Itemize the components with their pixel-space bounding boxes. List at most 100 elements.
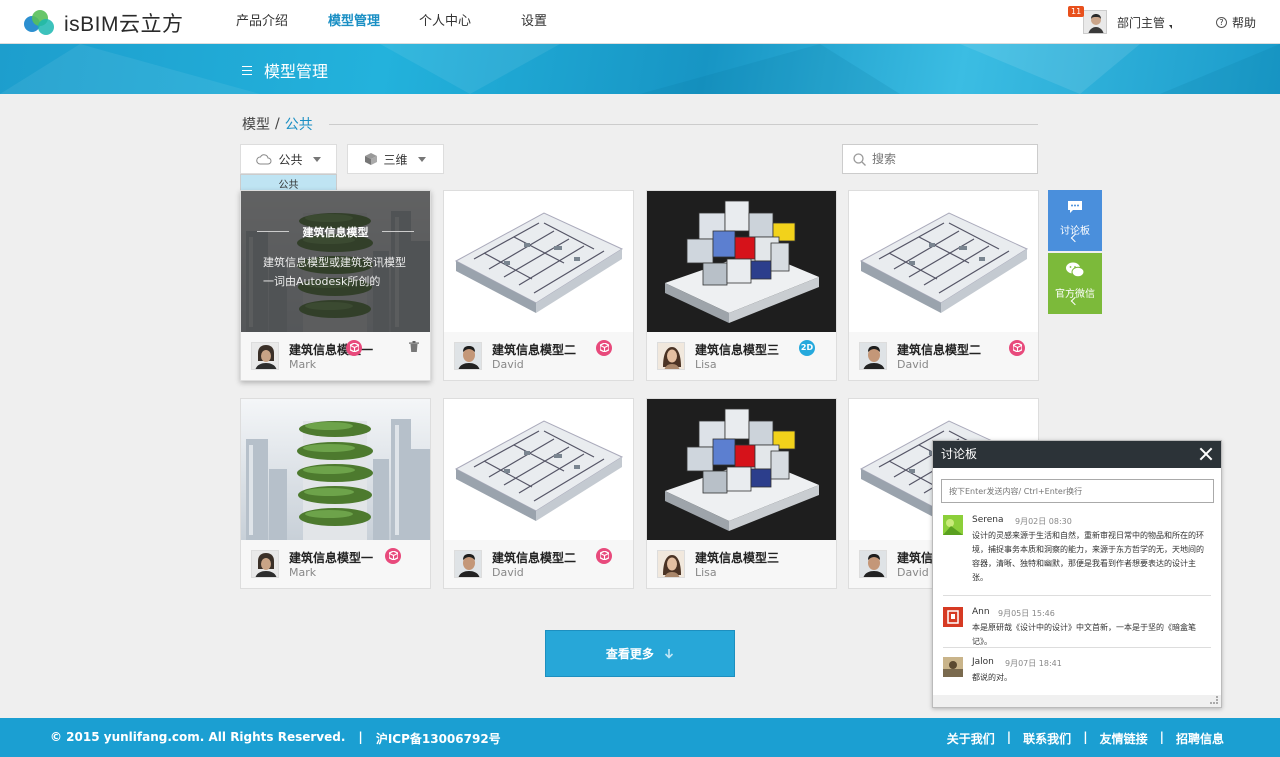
user-name: 部门主管 xyxy=(1116,15,1165,30)
chat-time: 9月07日 18:41 xyxy=(1005,659,1062,668)
chat-author: Serena xyxy=(972,515,1004,525)
chat-input[interactable] xyxy=(941,479,1214,503)
breadcrumb-current: 公共 xyxy=(284,117,313,133)
cube-3d-icon xyxy=(1009,340,1025,356)
model-thumbnail-cubes xyxy=(647,399,836,540)
help-link[interactable]: ? 帮助 xyxy=(1215,14,1256,31)
cube-icon xyxy=(365,153,378,165)
model-thumbnail[interactable] xyxy=(444,191,633,332)
cube-3d-icon xyxy=(596,340,612,356)
chat-message: Jalon 9月07日 18:41 都说的对。 xyxy=(943,657,1211,687)
model-card[interactable]: 建筑信息模型二David xyxy=(443,398,634,589)
side-tab-discussion[interactable]: 讨论板 xyxy=(1048,190,1102,251)
model-title[interactable]: 建筑信息模型二 xyxy=(492,341,576,358)
model-thumbnail[interactable] xyxy=(849,191,1038,332)
nav-settings[interactable]: 设置 xyxy=(521,0,547,44)
discussion-panel-title: 讨论板 xyxy=(941,447,978,461)
cloud-icon xyxy=(256,154,272,165)
chat-time: 9月05日 15:46 xyxy=(998,609,1055,618)
breadcrumb-root[interactable]: 模型 xyxy=(242,114,270,134)
footer-link-about[interactable]: 关于我们 xyxy=(947,730,995,747)
model-title[interactable]: 建筑信息模型二 xyxy=(492,549,576,566)
avatar xyxy=(859,342,887,370)
model-thumbnail[interactable] xyxy=(647,399,836,540)
model-thumbnail-floorplan xyxy=(444,191,633,332)
help-icon: ? xyxy=(1215,17,1227,28)
model-thumbnail[interactable] xyxy=(241,399,430,540)
card-footer: 建筑信息模型一 Mark xyxy=(241,332,430,380)
caret-down-icon xyxy=(417,156,426,162)
caret-down-icon xyxy=(312,156,321,162)
chat-text: 都说的对。 xyxy=(972,673,1012,682)
chat-message: Serena 9月02日 08:30 设计的灵感来源于生活和自然，重新审视日常中… xyxy=(943,515,1211,585)
divider: | xyxy=(1006,730,1012,744)
model-author: Lisa xyxy=(695,358,717,371)
user-menu[interactable]: 11 部门主管 xyxy=(1067,6,1172,34)
card-hover-overlay: 建筑信息模型 建筑信息模型或建筑资讯模型一词由Autodesk所创的 xyxy=(241,191,430,332)
load-more-button[interactable]: 查看更多 xyxy=(545,630,735,677)
scope-select-value: 公共 xyxy=(278,152,303,167)
model-author: David xyxy=(492,566,524,579)
nav-model-management[interactable]: 模型管理 xyxy=(328,0,380,44)
divider: | xyxy=(358,730,363,744)
avatar xyxy=(859,550,887,578)
nav-products[interactable]: 产品介绍 xyxy=(236,0,288,44)
card-footer: 建筑信息模型二David xyxy=(849,332,1038,380)
model-author: David xyxy=(897,358,929,371)
breadcrumb-divider xyxy=(328,123,1038,125)
search-input[interactable] xyxy=(872,152,1032,166)
discussion-panel-header: 讨论板 xyxy=(933,441,1221,468)
chat-author: Ann xyxy=(972,607,990,617)
main-nav: 产品介绍 模型管理 个人中心 设置 xyxy=(236,0,587,44)
model-author: David xyxy=(897,566,929,579)
model-author: Mark xyxy=(289,566,317,579)
card-footer: 建筑信息模型二David xyxy=(444,540,633,588)
model-card[interactable]: 建筑信息模型一 Mark xyxy=(240,398,431,589)
icp-number[interactable]: 沪ICP备13006792号 xyxy=(376,730,501,747)
model-author: Mark xyxy=(289,358,317,371)
model-card[interactable]: 建筑信息模型三 Lisa 2D xyxy=(646,190,837,381)
side-tab-wechat[interactable]: 官方微信 xyxy=(1048,253,1102,314)
discussion-panel: 讨论板 Serena 9月02日 08:30 设计的灵感来源于生活和自然，重新审… xyxy=(932,440,1222,708)
chat-author: Jalon xyxy=(972,657,994,667)
model-author: Lisa xyxy=(695,566,717,579)
model-thumbnail-cubes xyxy=(647,191,836,332)
footer-link-friends[interactable]: 友情链接 xyxy=(1100,730,1148,747)
page-banner: 模型管理 xyxy=(0,44,1280,94)
model-card[interactable]: 建筑信息模型二David xyxy=(443,190,634,381)
list-icon xyxy=(242,65,252,75)
model-title[interactable]: 建筑信息模型一 xyxy=(289,549,373,566)
top-navbar: isBIM云立方 产品介绍 模型管理 个人中心 设置 11 部门主管 ? 帮助 xyxy=(0,0,1280,44)
model-card[interactable]: 建筑信息模型 建筑信息模型或建筑资讯模型一词由Autodesk所创的 建筑信息模型一… xyxy=(240,190,431,381)
avatar xyxy=(943,657,963,677)
model-thumbnail[interactable] xyxy=(444,399,633,540)
nav-personal-center[interactable]: 个人中心 xyxy=(419,0,471,44)
model-thumbnail[interactable] xyxy=(647,191,836,332)
banner-pattern xyxy=(0,44,1280,94)
dimension-select[interactable]: 三维 xyxy=(347,144,444,174)
user-avatar xyxy=(1082,10,1107,34)
model-title[interactable]: 建筑信息模型三 xyxy=(695,549,779,566)
model-card[interactable]: 建筑信息模型三 Lisa xyxy=(646,398,837,589)
scope-select[interactable]: 公共 xyxy=(240,144,337,174)
resize-handle[interactable] xyxy=(1210,696,1218,704)
model-thumbnail-floorplan xyxy=(849,191,1038,332)
footer-link-contact[interactable]: 联系我们 xyxy=(1023,730,1071,747)
search-box xyxy=(842,144,1038,174)
logo[interactable]: isBIM云立方 xyxy=(24,8,184,38)
overlay-title: 建筑信息模型 xyxy=(241,224,430,240)
avatar xyxy=(657,550,685,578)
help-label: 帮助 xyxy=(1231,16,1256,30)
trash-icon[interactable] xyxy=(409,341,419,352)
close-icon[interactable] xyxy=(1199,447,1213,461)
model-title[interactable]: 建筑信息模型三 xyxy=(695,341,779,358)
breadcrumb-separator: / xyxy=(275,116,280,132)
model-title[interactable]: 建筑信息模型二 xyxy=(897,341,981,358)
model-author: David xyxy=(492,358,524,371)
footer-link-jobs[interactable]: 招聘信息 xyxy=(1176,730,1224,747)
chat-text: 设计的灵感来源于生活和自然，重新审视日常中的物品和所在的环境，捕捉事务本质和洞察… xyxy=(972,531,1204,582)
model-card[interactable]: 建筑信息模型二David xyxy=(848,190,1039,381)
avatar xyxy=(454,342,482,370)
cube-3d-icon xyxy=(385,548,401,564)
divider xyxy=(943,595,1211,596)
